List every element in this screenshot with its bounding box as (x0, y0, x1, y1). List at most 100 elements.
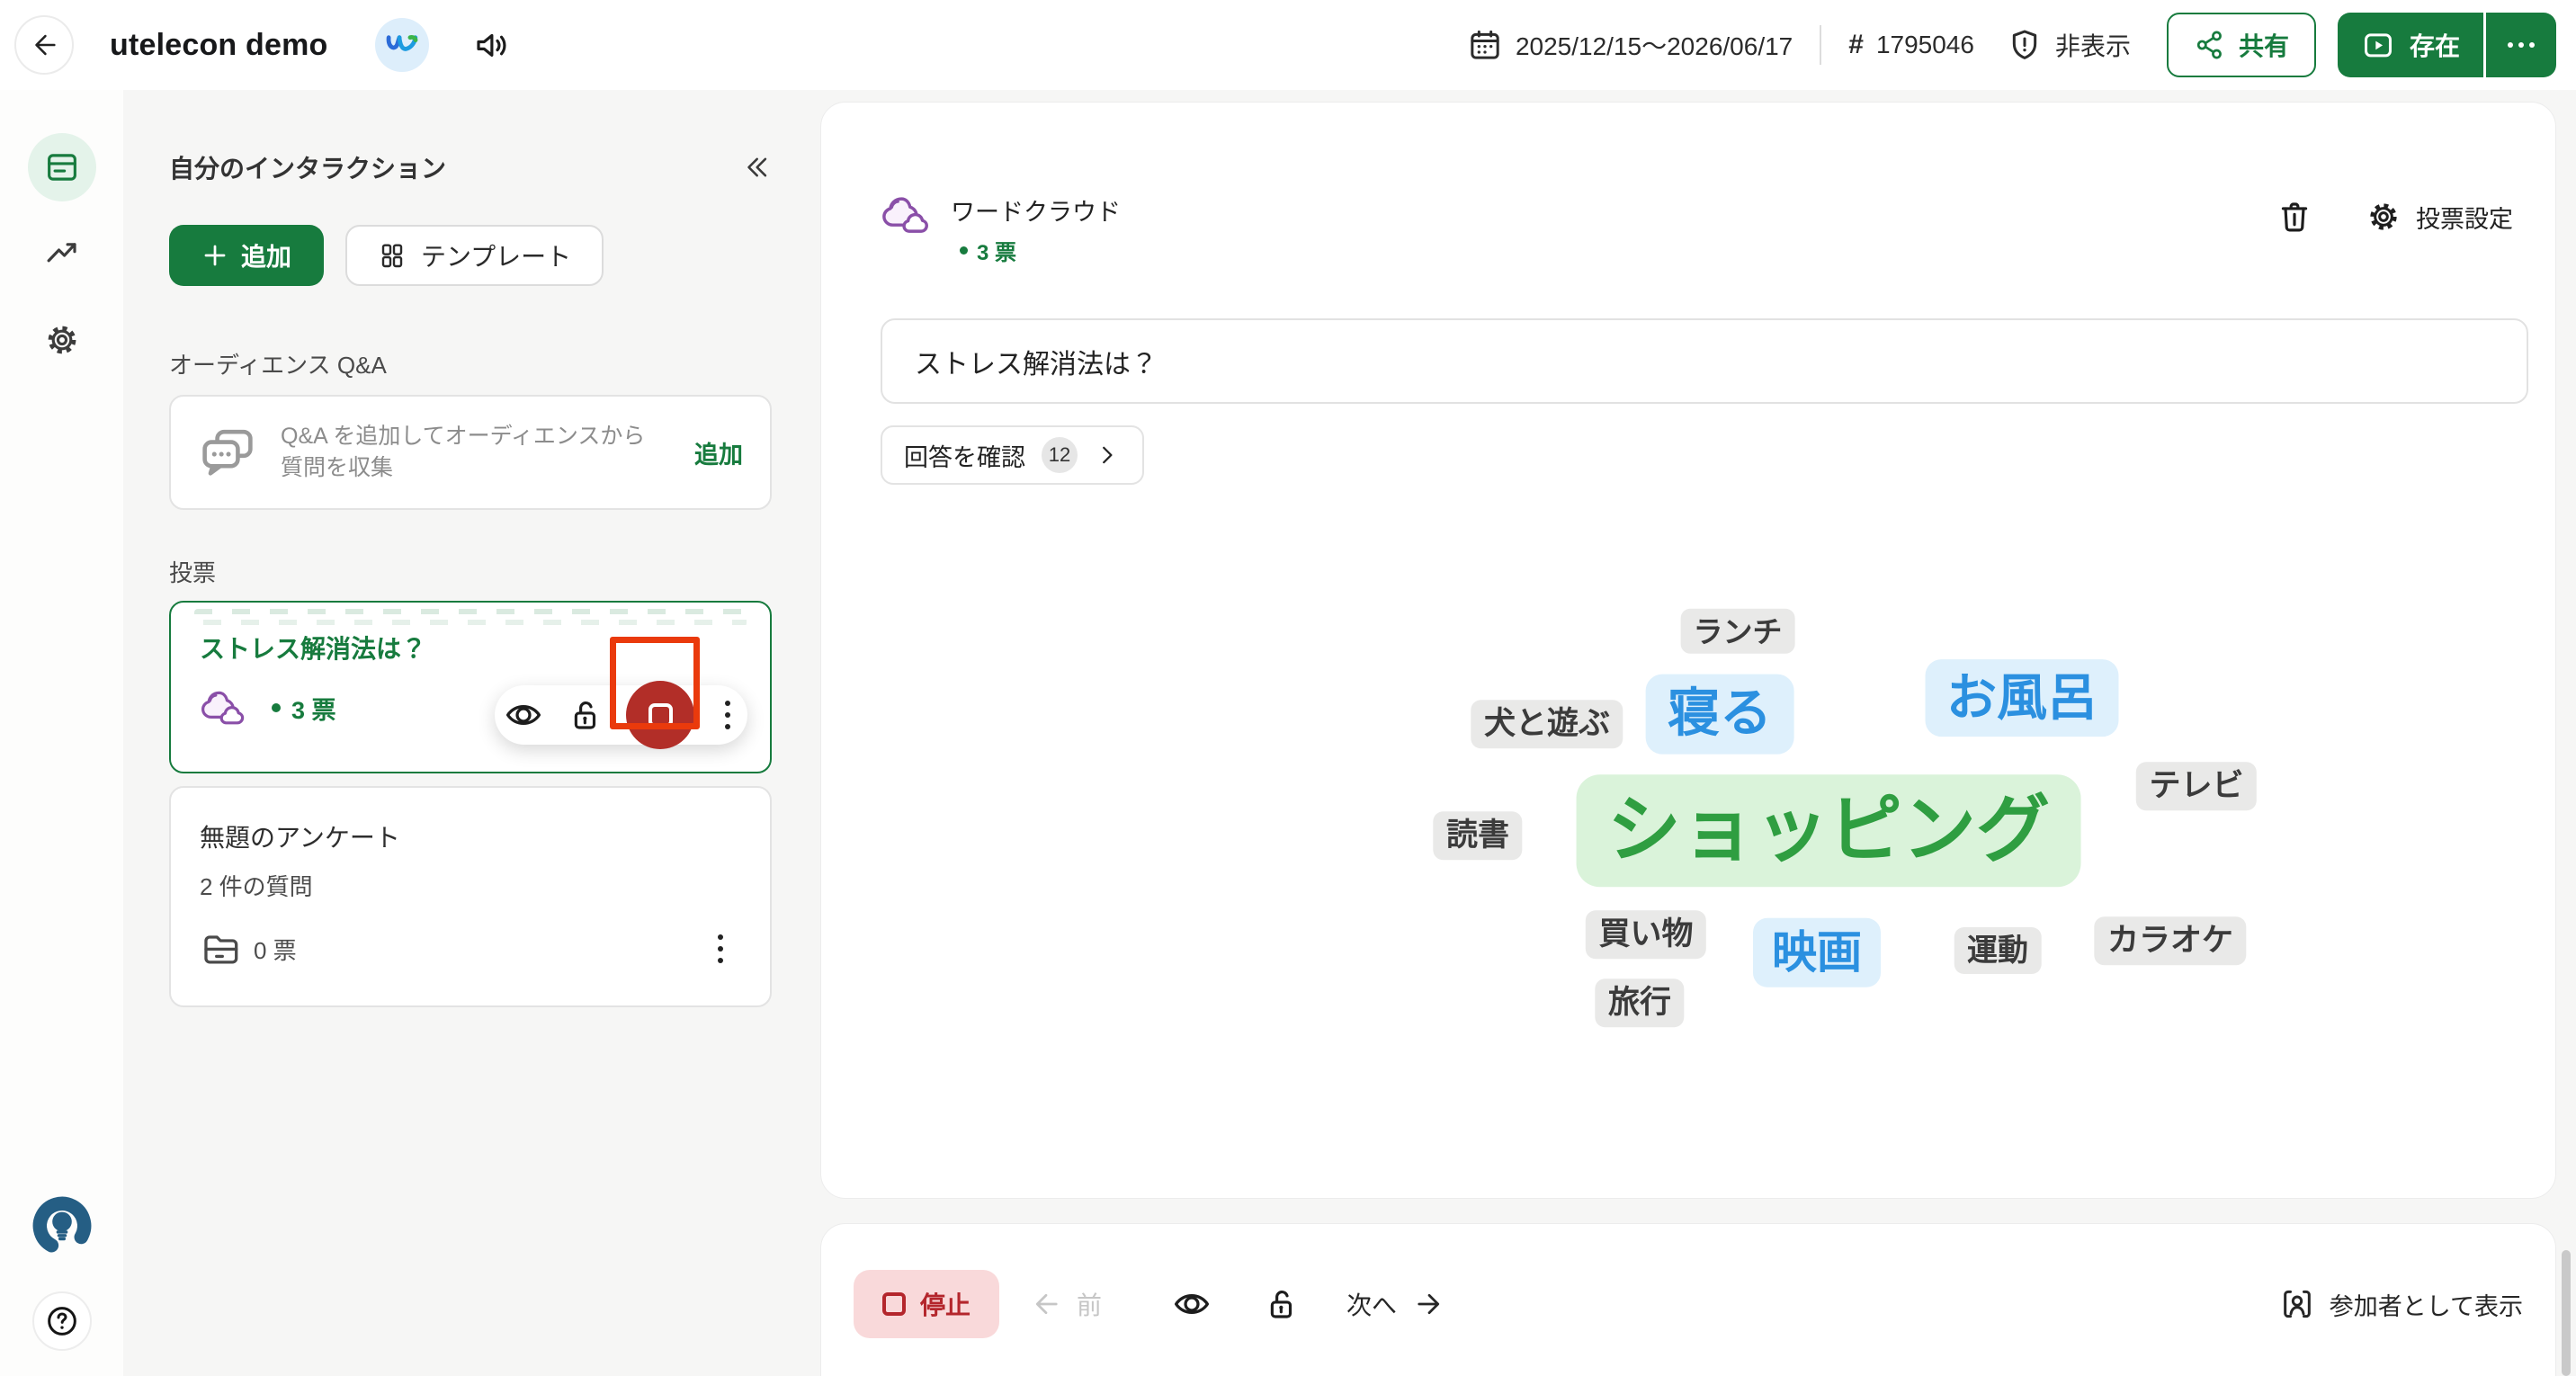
present-button-group: 存在 (2338, 13, 2556, 77)
back-button[interactable] (14, 15, 74, 75)
question-mark-icon (44, 1303, 80, 1339)
date-range-text: 2025/12/15〜2026/06/17 (1516, 27, 1793, 63)
collapse-panel-icon[interactable] (741, 152, 772, 183)
utelecon-logo (29, 1193, 95, 1259)
help-button[interactable] (32, 1291, 92, 1351)
stop-poll-button[interactable] (626, 681, 694, 749)
poll-card-survey[interactable]: 無題のアンケート 2 件の質問 0 票 (169, 786, 772, 1007)
footer-controls: 停止 前 次へ (854, 1270, 2523, 1338)
left-rail (0, 90, 123, 1376)
poll-detail-actions: 投票設定 (2276, 198, 2513, 236)
wordcloud-type-icon (200, 687, 246, 728)
poll-detail-card: ワードクラウド 3 票 (820, 102, 2556, 1199)
divider (1820, 25, 1821, 65)
top-bar-right: 2025/12/15〜2026/06/17 # 1795046 非表示 (1467, 13, 2556, 77)
poll-settings-label: 投票設定 (2416, 200, 2513, 235)
grid-icon (378, 241, 407, 270)
share-icon (2194, 29, 2226, 61)
templates-button[interactable]: テンプレート (345, 225, 604, 286)
trending-up-icon (43, 235, 81, 273)
event-dates: 2025/12/15〜2026/06/17 (1467, 27, 1793, 63)
stop-label: 停止 (920, 1286, 970, 1322)
shield-alert-icon (2007, 27, 2043, 63)
hash-icon: # (1848, 30, 1864, 60)
wordcloud-word: 運動 (1954, 927, 2042, 974)
webex-logo (375, 18, 429, 72)
rail-item-analytics[interactable] (28, 219, 96, 288)
rail-item-settings[interactable] (28, 306, 96, 374)
templates-label: テンプレート (421, 237, 571, 273)
view-as-participant-label: 参加者として表示 (2330, 1287, 2523, 1322)
session-title: utelecon demo (110, 28, 328, 63)
poll-detail-header: ワードクラウド 3 票 (881, 192, 2513, 266)
kebab-menu-icon[interactable] (717, 701, 738, 729)
previous-label: 前 (1077, 1286, 1102, 1322)
wordcloud-word: 寝る (1646, 675, 1794, 755)
wordcloud-word: 犬と遊ぶ (1471, 700, 1623, 748)
answers-count-badge: 12 (1042, 437, 1078, 473)
eye-icon[interactable] (504, 694, 543, 736)
delete-poll-icon[interactable] (2276, 198, 2313, 236)
review-answers-label: 回答を確認 (904, 438, 1025, 473)
review-answers-button[interactable]: 回答を確認 12 (881, 425, 1144, 485)
interactions-icon (43, 148, 81, 186)
poll-votes-row: 3 票 (951, 235, 1121, 266)
live-dot (960, 246, 968, 255)
presenter-footer: 停止 前 次へ (820, 1223, 2556, 1376)
next-label: 次へ (1346, 1286, 1397, 1322)
rail-bottom (29, 1193, 95, 1376)
wordcloud-word: 映画 (1753, 918, 1881, 987)
polls-section-label: 投票 (169, 555, 772, 588)
share-button[interactable]: 共有 (2167, 13, 2316, 77)
folder-icon (200, 929, 239, 969)
survey-question-count: 2 件の質問 (200, 869, 741, 902)
gear-icon (2366, 199, 2402, 235)
participant-view-icon (2279, 1286, 2315, 1322)
present-button[interactable]: 存在 (2338, 13, 2483, 77)
qa-section-label: オーディエンス Q&A (169, 347, 772, 380)
live-dot (272, 703, 281, 712)
poll-settings-button[interactable]: 投票設定 (2366, 199, 2513, 235)
survey-votes: 0 票 (254, 933, 297, 966)
interactions-panel: 自分のインタラクション 追加 テンプレート オーディエンス Q&A (169, 142, 772, 1007)
kebab-menu-icon[interactable] (700, 934, 741, 963)
scrollbar-thumb[interactable] (2562, 1250, 2571, 1376)
plus-icon (201, 242, 228, 269)
eye-icon[interactable] (1172, 1284, 1212, 1324)
previous-button[interactable]: 前 (1030, 1286, 1102, 1322)
wordcloud-word: ショッピング (1577, 774, 2081, 887)
poll-actions-pill (495, 685, 747, 745)
event-code-text: 1795046 (1876, 31, 1974, 59)
stop-icon (882, 1292, 906, 1316)
qa-bubbles-icon (198, 424, 257, 480)
add-interaction-button[interactable]: 追加 (169, 225, 324, 286)
lock-icon[interactable] (1262, 1285, 1300, 1323)
ellipsis-icon (2508, 42, 2513, 48)
survey-meta: 0 票 (200, 929, 741, 969)
view-as-participant-button[interactable]: 参加者として表示 (2279, 1286, 2523, 1322)
panel-header: 自分のインタラクション (169, 142, 772, 192)
visibility-toggle[interactable]: 非表示 (2007, 27, 2131, 63)
add-label: 追加 (241, 237, 291, 273)
question-input[interactable] (881, 318, 2528, 404)
stop-button[interactable]: 停止 (854, 1270, 999, 1338)
wordcloud-word: お風呂 (1925, 659, 2118, 737)
present-play-icon (2361, 28, 2395, 62)
announcement-speaker-icon[interactable] (472, 26, 510, 64)
poll-card-active[interactable]: ストレス解消法は？ 3 票 (169, 601, 772, 773)
rail-item-interactions[interactable] (28, 133, 96, 201)
stop-icon (648, 703, 673, 728)
more-options-button[interactable] (2486, 13, 2556, 77)
wordcloud: ランチ犬と遊ぶ寝るお風呂テレビ読書ショッピング買い物映画運動カラオケ旅行 (821, 103, 2555, 1198)
survey-title: 無題のアンケート (200, 818, 741, 854)
next-button[interactable]: 次へ (1346, 1286, 1445, 1322)
wordcloud-word: ランチ (1681, 609, 1795, 654)
wordcloud-word: カラオケ (2094, 916, 2246, 965)
qa-add-link[interactable]: 追加 (694, 435, 743, 470)
wordcloud-word: 読書 (1433, 811, 1522, 860)
lock-icon[interactable] (566, 694, 604, 736)
top-bar: utelecon demo 2025/12/15〜2026/0 (0, 0, 2576, 90)
calendar-icon (1467, 27, 1503, 63)
poll-title: ストレス解消法は？ (200, 630, 741, 666)
share-label: 共有 (2239, 27, 2289, 63)
